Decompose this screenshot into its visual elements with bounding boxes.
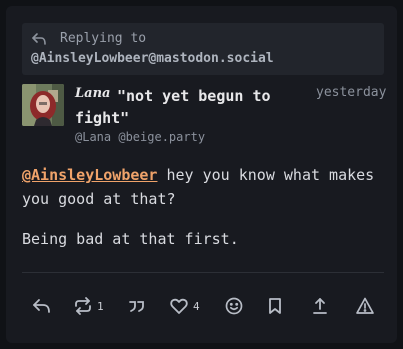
favourite-count: 4 (193, 299, 200, 313)
boost-button[interactable]: 1 (73, 295, 104, 317)
content-paragraph-2: Being bad at that first. (22, 230, 239, 248)
share-icon (310, 296, 330, 316)
report-icon (355, 296, 375, 316)
post-timestamp[interactable]: yesterday (316, 85, 386, 100)
boost-count: 1 (97, 299, 104, 313)
reply-button[interactable] (31, 295, 51, 317)
emoji-react-button[interactable] (224, 295, 244, 317)
emoji-react-icon (224, 296, 244, 316)
avatar[interactable] (22, 84, 64, 126)
post-content: @AinsleyLowbeer hey you know what makes … (22, 163, 382, 267)
boost-icon (73, 296, 93, 316)
quote-button[interactable] (127, 295, 147, 317)
reply-icon (31, 296, 51, 316)
favourite-button[interactable]: 4 (169, 295, 200, 317)
favourite-icon (169, 296, 189, 316)
content-paragraph-1: @AinsleyLowbeer hey you know what makes … (22, 163, 382, 211)
reply-arrow-icon (31, 31, 47, 45)
share-button[interactable] (310, 295, 330, 317)
quote-icon (127, 296, 147, 316)
bookmark-button[interactable] (265, 295, 285, 317)
report-button[interactable] (355, 295, 375, 317)
author-handle[interactable]: @Lana @beige.party (75, 130, 205, 144)
divider (22, 272, 384, 273)
post-title: "not yet begun to fight" (75, 87, 271, 127)
replying-to-handle[interactable]: @AinsleyLowbeer@mastodon.social (31, 51, 274, 66)
replying-to-label: Replying to (60, 31, 147, 46)
bookmark-icon (265, 296, 285, 316)
mention-link[interactable]: @AinsleyLowbeer (22, 166, 157, 184)
